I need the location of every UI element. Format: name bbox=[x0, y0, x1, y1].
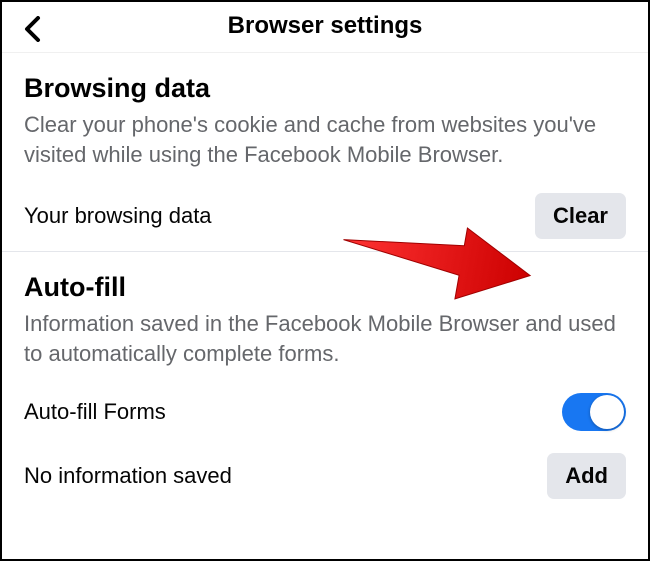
autofill-description: Information saved in the Facebook Mobile… bbox=[24, 309, 626, 368]
your-browsing-data-label: Your browsing data bbox=[24, 203, 212, 229]
page-title: Browser settings bbox=[20, 12, 630, 40]
no-information-saved-label: No information saved bbox=[24, 463, 232, 489]
autofill-forms-toggle[interactable] bbox=[562, 393, 626, 431]
add-button[interactable]: Add bbox=[547, 453, 626, 499]
autofill-title: Auto-fill bbox=[24, 272, 626, 303]
browsing-data-title: Browsing data bbox=[24, 73, 626, 104]
clear-button[interactable]: Clear bbox=[535, 193, 626, 239]
autofill-forms-label: Auto-fill Forms bbox=[24, 399, 166, 425]
browsing-data-description: Clear your phone's cookie and cache from… bbox=[24, 110, 626, 169]
back-icon[interactable] bbox=[20, 12, 46, 46]
